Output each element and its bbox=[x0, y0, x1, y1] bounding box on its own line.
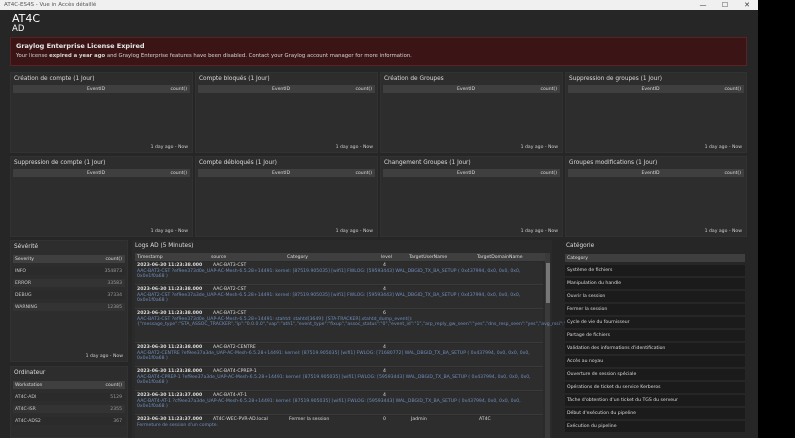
dashboard-subtitle: AD bbox=[12, 24, 25, 34]
widget-timerange: 1 day ago - Now bbox=[335, 145, 373, 150]
log-entry[interactable]: 2023-06-30 11:23:38.000 AAC-BAT2-CENTRE … bbox=[135, 344, 543, 367]
table-row[interactable]: AT4C-ADI 5129 bbox=[13, 393, 125, 401]
list-item[interactable]: Début d'exécution du pipeline bbox=[565, 408, 745, 419]
table-row[interactable]: AT4C-ADS2 367 bbox=[13, 417, 125, 425]
widget-title: Compte bloqués (1 Jour) bbox=[199, 76, 270, 82]
widget-computer: Ordinateur Workstation count() AT4C-ADI 5… bbox=[10, 366, 128, 438]
widget-locked-accounts: Compte bloqués (1 Jour) EventID count() 1… bbox=[195, 72, 378, 153]
list-item[interactable]: Fermer la session bbox=[565, 304, 745, 315]
col-source[interactable]: source bbox=[211, 255, 226, 260]
list-item[interactable]: Exécution du pipeline bbox=[565, 421, 745, 432]
widget-account-creation: Création de compte (1 Jour) EventID count… bbox=[10, 72, 193, 153]
widget-group-modifications: Groupes modifications (1 Jour) EventID co… bbox=[565, 156, 747, 237]
widget-title: Suppression de compte (1 Jour) bbox=[14, 160, 106, 166]
alert-heading: Graylog Enterprise License Expired bbox=[16, 42, 145, 50]
col-target-user[interactable]: TargetUserName bbox=[409, 255, 447, 260]
table-row[interactable]: WARNING 12385 bbox=[13, 303, 125, 311]
log-message: AAC-BAT4-AT-1 ?cf9ee37a3de_UAP-AC-Mesh-6… bbox=[137, 399, 523, 410]
table-row[interactable]: AT4C-ISR 2355 bbox=[13, 405, 125, 413]
widget-table-header: EventID count() bbox=[13, 85, 190, 93]
minimize-icon[interactable]: — bbox=[692, 0, 714, 10]
log-entry[interactable]: 2023-06-30 11:23:37.000 AAC-BAT4-AT-1 4 … bbox=[135, 392, 543, 415]
widget-title: Création de Groupes bbox=[384, 76, 444, 82]
table-row[interactable]: ERROR 33583 bbox=[13, 279, 125, 287]
list-item[interactable]: Cycle de vie du fournisseur bbox=[565, 317, 745, 328]
window-titlebar: AT4C-ES4S - Vue in Accès détaillé — ☐ ✕ bbox=[0, 0, 758, 10]
widget-table-header: EventID count() bbox=[568, 85, 744, 93]
alert-text: Your license expired a year ago and Gray… bbox=[16, 53, 412, 59]
list-item[interactable]: Manipulation du handle bbox=[565, 278, 745, 289]
scrollbar-thumb[interactable] bbox=[545, 263, 550, 303]
widget-timerange: 1 day ago - Now bbox=[335, 229, 373, 234]
computer-table-header: Workstation count() bbox=[13, 381, 125, 389]
widget-timerange: 1 day ago - Now bbox=[150, 145, 188, 150]
log-message: AAC-BAT3-CST ?ef9ee373d0e_UAP-AC-Mesh-6.… bbox=[137, 269, 522, 280]
widget-group-deletion: Suppression de groupes (1 Jour) EventID c… bbox=[565, 72, 747, 153]
desktop-background bbox=[758, 0, 795, 438]
widget-title: Création de compte (1 Jour) bbox=[14, 76, 95, 82]
widget-table-header: EventID count() bbox=[383, 85, 560, 93]
col-category[interactable]: Category bbox=[287, 255, 308, 260]
widget-title: Catégorie bbox=[566, 243, 595, 249]
log-entry[interactable]: 2023-06-30 11:23:38.000 AAC-BAT3-CST 6 A… bbox=[135, 310, 579, 343]
widget-timerange: 1 day ago - Now bbox=[85, 354, 123, 359]
table-row[interactable]: INFO 354873 bbox=[13, 267, 125, 275]
log-entry[interactable]: 2023-06-30 11:23:37.000 AT4C-WEC-PVR-AD.… bbox=[135, 416, 543, 438]
widget-title: Ordinateur bbox=[14, 370, 46, 376]
logs-table-header: Timestamp source Category level TargetUs… bbox=[135, 253, 548, 261]
widget-logs: Logs AD (5 Minutes) Timestamp source Cat… bbox=[132, 240, 579, 438]
window-title: AT4C-ES4S - Vue in Accès détaillé bbox=[4, 2, 97, 8]
close-icon[interactable]: ✕ bbox=[736, 0, 758, 10]
log-message: AAC-BAT4-CPREP-1 ?ef9ee37a3de_UAP-AC-Mes… bbox=[137, 375, 533, 386]
widget-group-creation: Création de Groupes EventID count() 1 day… bbox=[380, 72, 563, 153]
severity-table-header: Severity count() bbox=[13, 255, 125, 263]
widget-table-header: EventID count() bbox=[13, 169, 190, 177]
col-level[interactable]: level bbox=[381, 255, 392, 260]
col-target-domain[interactable]: TargetDomainName bbox=[477, 255, 523, 260]
widget-severity: Sévérité Severity count() INFO 354873 ERR… bbox=[10, 240, 128, 362]
log-message: AAC-BAT2-CENTRE ?ef9ee37a3de_UAP-AC-Mesh… bbox=[137, 351, 532, 362]
widget-table-header: EventID count() bbox=[198, 85, 375, 93]
widget-group-changes: Changement Groupes (1 Jour) EventID count… bbox=[380, 156, 563, 237]
log-message: AAC-BAT2-CST ?ef9ee37a3de_UAP-AC-Mesh-6.… bbox=[137, 293, 522, 304]
widget-category: Catégorie Category Système de fichiers M… bbox=[563, 240, 745, 438]
list-item[interactable]: Système de fichiers bbox=[565, 265, 745, 276]
list-item[interactable]: Opérations de ticket du service Kerberos bbox=[565, 382, 745, 393]
widget-title: Compte débloqués (1 Jour) bbox=[199, 160, 277, 166]
widget-title: Groupes modifications (1 Jour) bbox=[569, 160, 658, 166]
dashboard-title: AT4C AD bbox=[12, 13, 40, 35]
log-entry[interactable]: 2023-06-30 11:23:38.000 AAC-BAT4-CPREP-1… bbox=[135, 368, 543, 391]
widget-title: Logs AD (5 Minutes) bbox=[135, 243, 194, 249]
graylog-window: AT4C-ES4S - Vue in Accès détaillé — ☐ ✕ … bbox=[0, 0, 758, 438]
widget-title: Sévérité bbox=[14, 244, 39, 250]
widget-title: Changement Groupes (1 Jour) bbox=[384, 160, 471, 166]
col-timestamp[interactable]: Timestamp bbox=[137, 255, 163, 260]
widget-timerange: 1 day ago - Now bbox=[704, 145, 742, 150]
list-item[interactable]: Validation des informations d'identifica… bbox=[565, 343, 745, 354]
list-item[interactable]: Partage de fichiers bbox=[565, 330, 745, 341]
list-item[interactable]: Ouvrir la session bbox=[565, 291, 745, 302]
category-table-header: Category bbox=[565, 254, 745, 262]
widget-timerange: 1 day ago - Now bbox=[150, 229, 188, 234]
widget-timerange: 1 day ago - Now bbox=[520, 229, 558, 234]
list-item[interactable]: Tâche d'obtention d'un ticket du TGS du … bbox=[565, 395, 745, 406]
log-entry[interactable]: 2023-06-30 11:23:38.000 AAC-BAT2-CST 4 A… bbox=[135, 286, 543, 309]
widget-table-header: EventID count() bbox=[198, 169, 375, 177]
widget-title: Suppression de groupes (1 Jour) bbox=[569, 76, 662, 82]
log-message: Fermeture de session d'un compte. bbox=[137, 423, 219, 428]
list-item[interactable]: Accès au noyau bbox=[565, 356, 745, 367]
maximize-icon[interactable]: ☐ bbox=[714, 0, 736, 10]
widget-table-header: EventID count() bbox=[568, 169, 744, 177]
widget-timerange: 1 day ago - Now bbox=[520, 145, 558, 150]
widget-table-header: EventID count() bbox=[383, 169, 560, 177]
widget-unlocked-accounts: Compte débloqués (1 Jour) EventID count()… bbox=[195, 156, 378, 237]
widget-timerange: 1 day ago - Now bbox=[704, 229, 742, 234]
table-row[interactable]: DEBUG 37334 bbox=[13, 291, 125, 299]
log-message: AAC-BAT3-CST ?ef9ee373d0e_UAP-AC-Mesh-6.… bbox=[137, 317, 579, 328]
license-alert: Graylog Enterprise License Expired Your … bbox=[10, 37, 747, 66]
list-item[interactable]: Ouverture de session spéciale bbox=[565, 369, 745, 380]
logs-scrollbar[interactable] bbox=[545, 253, 550, 438]
log-entry[interactable]: 2023-06-30 11:23:38.000 AAC-BAT3-CST 4 A… bbox=[135, 262, 543, 285]
widget-account-deletion: Suppression de compte (1 Jour) EventID co… bbox=[10, 156, 193, 237]
